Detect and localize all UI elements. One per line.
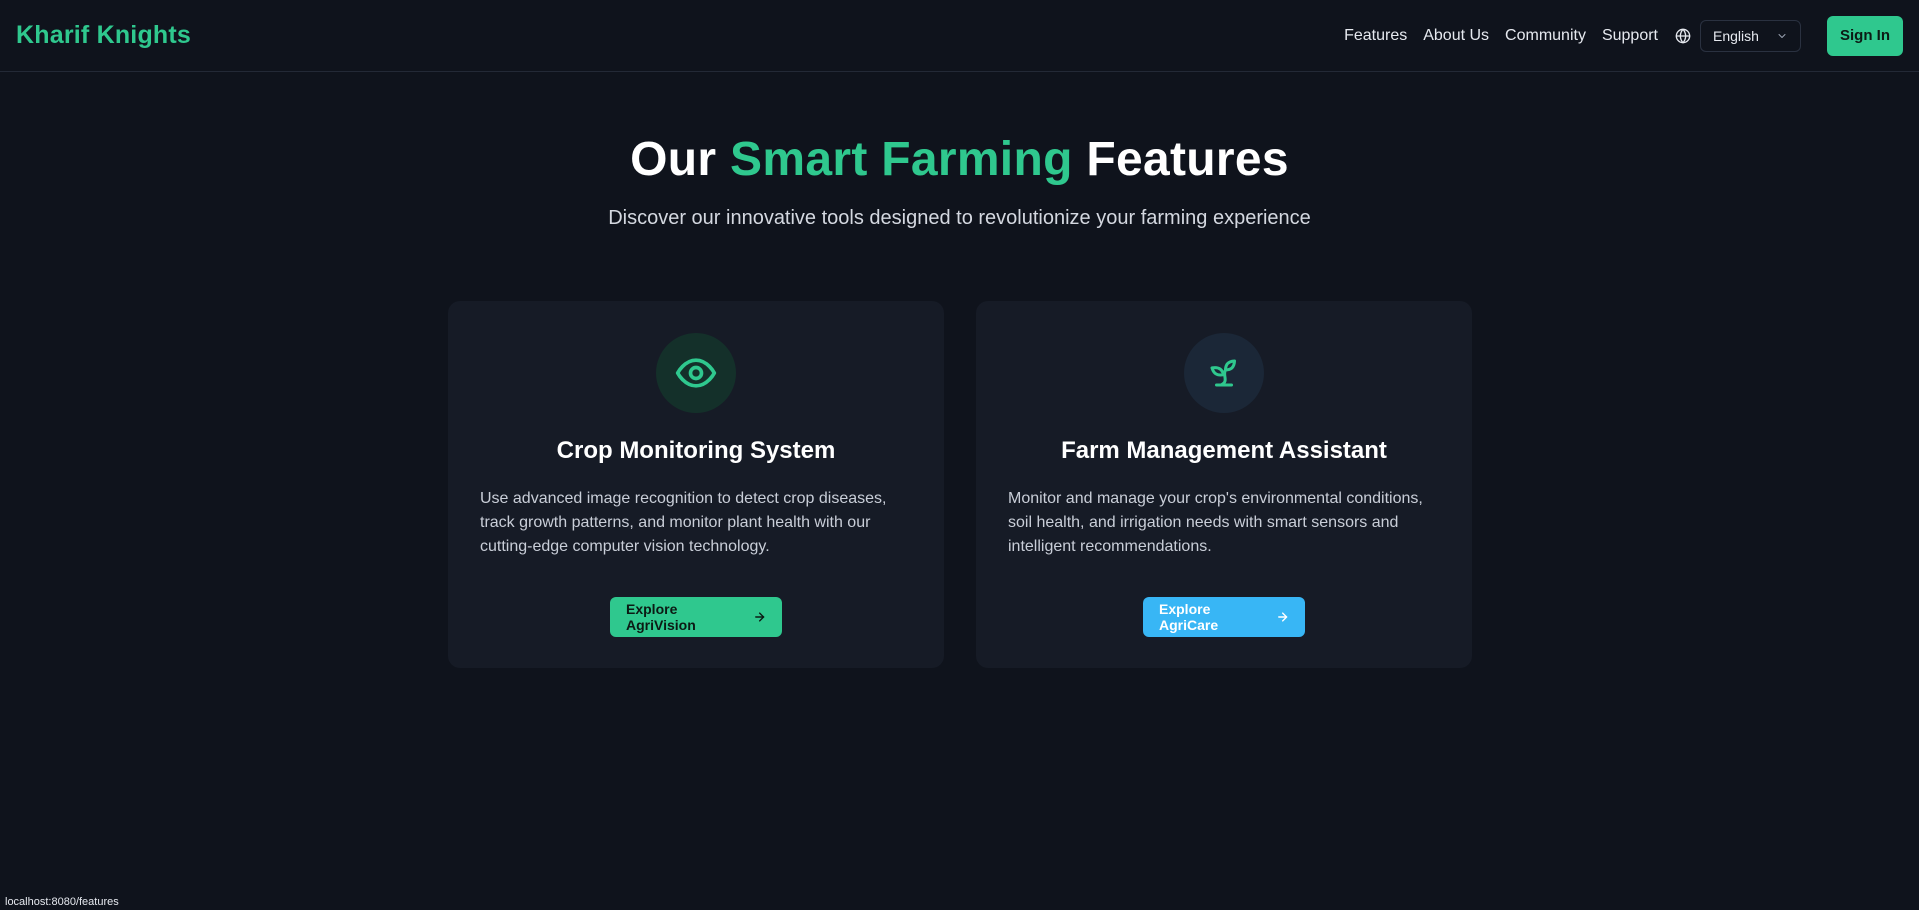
nav-link-features[interactable]: Features [1344,27,1407,45]
sign-in-button[interactable]: Sign In [1827,15,1903,56]
explore-agrivision-button[interactable]: Explore AgriVision [610,597,782,637]
globe-icon [1674,27,1692,45]
explore-agricare-button[interactable]: Explore AgriCare [1143,597,1305,637]
card-title: Farm Management Assistant [1061,437,1387,464]
language-select[interactable]: English [1700,19,1801,52]
sprout-icon [1184,333,1264,413]
card-description: Use advanced image recognition to detect… [480,490,887,555]
title-suffix: Features [1086,133,1289,186]
card-title: Crop Monitoring System [556,437,836,464]
button-label: Explore AgriCare [1159,601,1219,633]
nav-menu: Features About Us Community Support Engl… [1344,15,1903,56]
page-subtitle: Discover our innovative tools designed t… [608,207,1311,229]
chevron-down-icon [1778,33,1786,38]
status-bar-url: localhost:8080/features [0,896,124,910]
brand-logo[interactable]: Kharif Knights [16,21,191,50]
nav-link-support[interactable]: Support [1602,27,1658,45]
nav-link-community[interactable]: Community [1505,27,1586,45]
title-accent: Smart Farming [730,133,1073,186]
arrow-right-icon [754,612,764,622]
nav-link-about-us[interactable]: About Us [1423,27,1489,45]
hero-section: Our Smart Farming Features Discover our … [0,132,1919,230]
feature-card-crop-monitoring: Crop Monitoring System Use advanced imag… [448,301,944,668]
button-label: Explore AgriVision [626,601,696,633]
card-description: Monitor and manage your crop's environme… [1008,490,1423,555]
arrow-right-icon [1277,612,1287,622]
eye-icon [656,333,736,413]
language-select-value: English [1713,27,1759,44]
page-title: Our Smart Farming Features [0,132,1919,187]
feature-card-farm-management: Farm Management Assistant Monitor and ma… [976,301,1472,668]
title-prefix: Our [630,133,717,186]
top-navbar: Kharif Knights Features About Us Communi… [0,0,1919,72]
